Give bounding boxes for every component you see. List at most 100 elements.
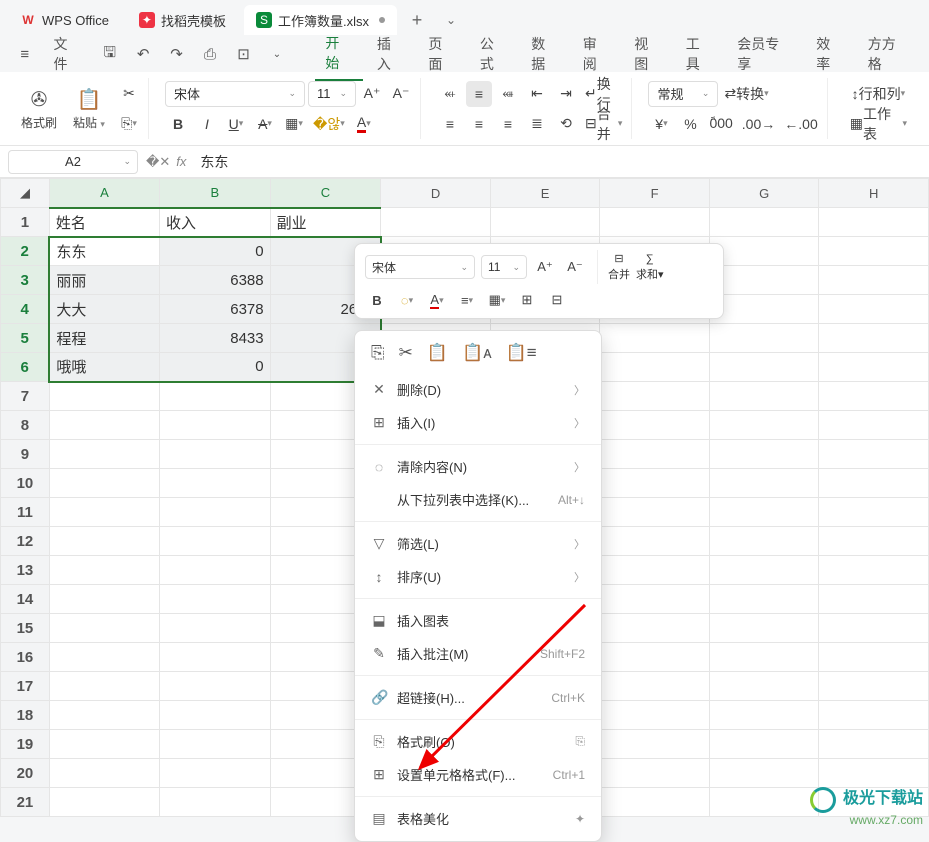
cell-B5[interactable]: 8433 xyxy=(159,324,270,353)
row-header-13[interactable]: 13 xyxy=(1,556,50,585)
percent-button[interactable]: % xyxy=(677,111,703,137)
cell-A10[interactable] xyxy=(49,469,159,498)
col-header-G[interactable]: G xyxy=(709,179,819,208)
row-header-19[interactable]: 19 xyxy=(1,730,50,759)
cell-G20[interactable] xyxy=(709,759,819,788)
name-box[interactable]: A2⌄ xyxy=(8,150,138,174)
cell-G7[interactable] xyxy=(709,382,819,411)
mini-color[interactable]: A▾ xyxy=(425,288,449,312)
cell-H14[interactable] xyxy=(819,585,929,614)
formula-input[interactable]: 东东 xyxy=(194,152,921,172)
cell-H9[interactable] xyxy=(819,440,929,469)
cell-G17[interactable] xyxy=(709,672,819,701)
ctx-item[interactable]: ✎插入批注(M)Shift+F2 xyxy=(355,637,601,670)
tab-fangfang[interactable]: 方方格 xyxy=(858,28,919,80)
row-header-18[interactable]: 18 xyxy=(1,701,50,730)
cell-H6[interactable] xyxy=(819,353,929,382)
cell-A7[interactable] xyxy=(49,382,159,411)
row-header-11[interactable]: 11 xyxy=(1,498,50,527)
ctx-item[interactable]: ✕删除(D)〉 xyxy=(355,373,601,406)
cell-H17[interactable] xyxy=(819,672,929,701)
cell-B2[interactable]: 0 xyxy=(159,237,270,266)
save-icon[interactable]: 🖫 xyxy=(95,40,124,68)
tab-page[interactable]: 页面 xyxy=(418,28,465,80)
cell-B1[interactable]: 收入 xyxy=(159,208,270,237)
currency-button[interactable]: ¥▾ xyxy=(648,111,674,137)
ctx-item[interactable]: ⬓插入图表 xyxy=(355,604,601,637)
cell-F1[interactable] xyxy=(600,208,710,237)
ctx-item[interactable]: 从下拉列表中选择(K)...Alt+↓ xyxy=(355,483,601,516)
col-header-F[interactable]: F xyxy=(600,179,710,208)
underline-button[interactable]: U▾ xyxy=(223,111,249,137)
row-header-15[interactable]: 15 xyxy=(1,614,50,643)
row-header-14[interactable]: 14 xyxy=(1,585,50,614)
cell-B7[interactable] xyxy=(159,382,270,411)
cell-F7[interactable] xyxy=(600,382,710,411)
cell-G21[interactable] xyxy=(709,788,819,817)
fill-color-button[interactable]: �않▾ xyxy=(310,111,348,137)
format-painter-button[interactable]: ✇格式刷 xyxy=(16,81,62,137)
cell-G2[interactable] xyxy=(709,237,819,266)
ctx-cut-icon[interactable]: ✂ xyxy=(399,343,413,363)
cell-H8[interactable] xyxy=(819,411,929,440)
cell-F11[interactable] xyxy=(600,498,710,527)
cell-H10[interactable] xyxy=(819,469,929,498)
ctx-paste-special-icon[interactable]: 📋ᴀ xyxy=(462,343,492,363)
cell-F21[interactable] xyxy=(600,788,710,817)
mini-font-size[interactable]: 11⌄ xyxy=(481,255,527,279)
cell-F20[interactable] xyxy=(600,759,710,788)
cell-B21[interactable] xyxy=(159,788,270,817)
align-top-button[interactable]: ⬴ xyxy=(437,81,463,107)
row-header-8[interactable]: 8 xyxy=(1,411,50,440)
cell-B10[interactable] xyxy=(159,469,270,498)
cell-G4[interactable] xyxy=(709,295,819,324)
tab-formula[interactable]: 公式 xyxy=(470,28,517,80)
dec-inc-button[interactable]: .00→ xyxy=(739,111,778,137)
cell-G10[interactable] xyxy=(709,469,819,498)
align-center-button[interactable]: ≡ xyxy=(466,111,492,137)
tab-efficiency[interactable]: 效率 xyxy=(806,28,853,80)
cell-G14[interactable] xyxy=(709,585,819,614)
cell-F14[interactable] xyxy=(600,585,710,614)
cell-A21[interactable] xyxy=(49,788,159,817)
cell-H2[interactable] xyxy=(819,237,929,266)
ctx-item[interactable]: ◌清除内容(N)〉 xyxy=(355,450,601,483)
cell-A14[interactable] xyxy=(49,585,159,614)
cell-H12[interactable] xyxy=(819,527,929,556)
align-right-button[interactable]: ≡ xyxy=(495,111,521,137)
ctx-item[interactable]: 🔗超链接(H)...Ctrl+K xyxy=(355,681,601,714)
tab-insert[interactable]: 插入 xyxy=(367,28,414,80)
row-header-21[interactable]: 21 xyxy=(1,788,50,817)
cell-H18[interactable] xyxy=(819,701,929,730)
row-header-16[interactable]: 16 xyxy=(1,643,50,672)
mini-merge[interactable]: ⊟合并 xyxy=(608,252,630,282)
align-left-button[interactable]: ≡ xyxy=(437,111,463,137)
redo-icon[interactable]: ↷ xyxy=(162,40,191,68)
cell-G18[interactable] xyxy=(709,701,819,730)
cell-C1[interactable]: 副业 xyxy=(270,208,381,237)
font-name-select[interactable]: 宋体⌄ xyxy=(165,81,305,107)
ctx-paste-icon[interactable]: 📋 xyxy=(427,343,448,363)
cell-G19[interactable] xyxy=(709,730,819,759)
cell-F16[interactable] xyxy=(600,643,710,672)
cell-D1[interactable] xyxy=(381,208,491,237)
orientation-button[interactable]: ⟲ xyxy=(553,111,579,137)
hamburger-icon[interactable]: ≡ xyxy=(10,40,39,68)
font-shrink-button[interactable]: A⁻ xyxy=(388,81,414,107)
row-header-1[interactable]: 1 xyxy=(1,208,50,237)
cell-B16[interactable] xyxy=(159,643,270,672)
tab-view[interactable]: 视图 xyxy=(624,28,671,80)
cell-H11[interactable] xyxy=(819,498,929,527)
col-header-E[interactable]: E xyxy=(490,179,600,208)
tab-data[interactable]: 数据 xyxy=(521,28,568,80)
tab-review[interactable]: 审阅 xyxy=(573,28,620,80)
row-header-4[interactable]: 4 xyxy=(1,295,50,324)
cell-A19[interactable] xyxy=(49,730,159,759)
cell-G16[interactable] xyxy=(709,643,819,672)
font-size-select[interactable]: 11⌄ xyxy=(308,81,356,107)
cell-H7[interactable] xyxy=(819,382,929,411)
merge-button[interactable]: ⊟ 合并▾ xyxy=(582,111,625,137)
cell-A5[interactable]: 程程 xyxy=(49,324,159,353)
cell-A3[interactable]: 丽丽 xyxy=(49,266,159,295)
strike-button[interactable]: A▾ xyxy=(252,111,278,137)
